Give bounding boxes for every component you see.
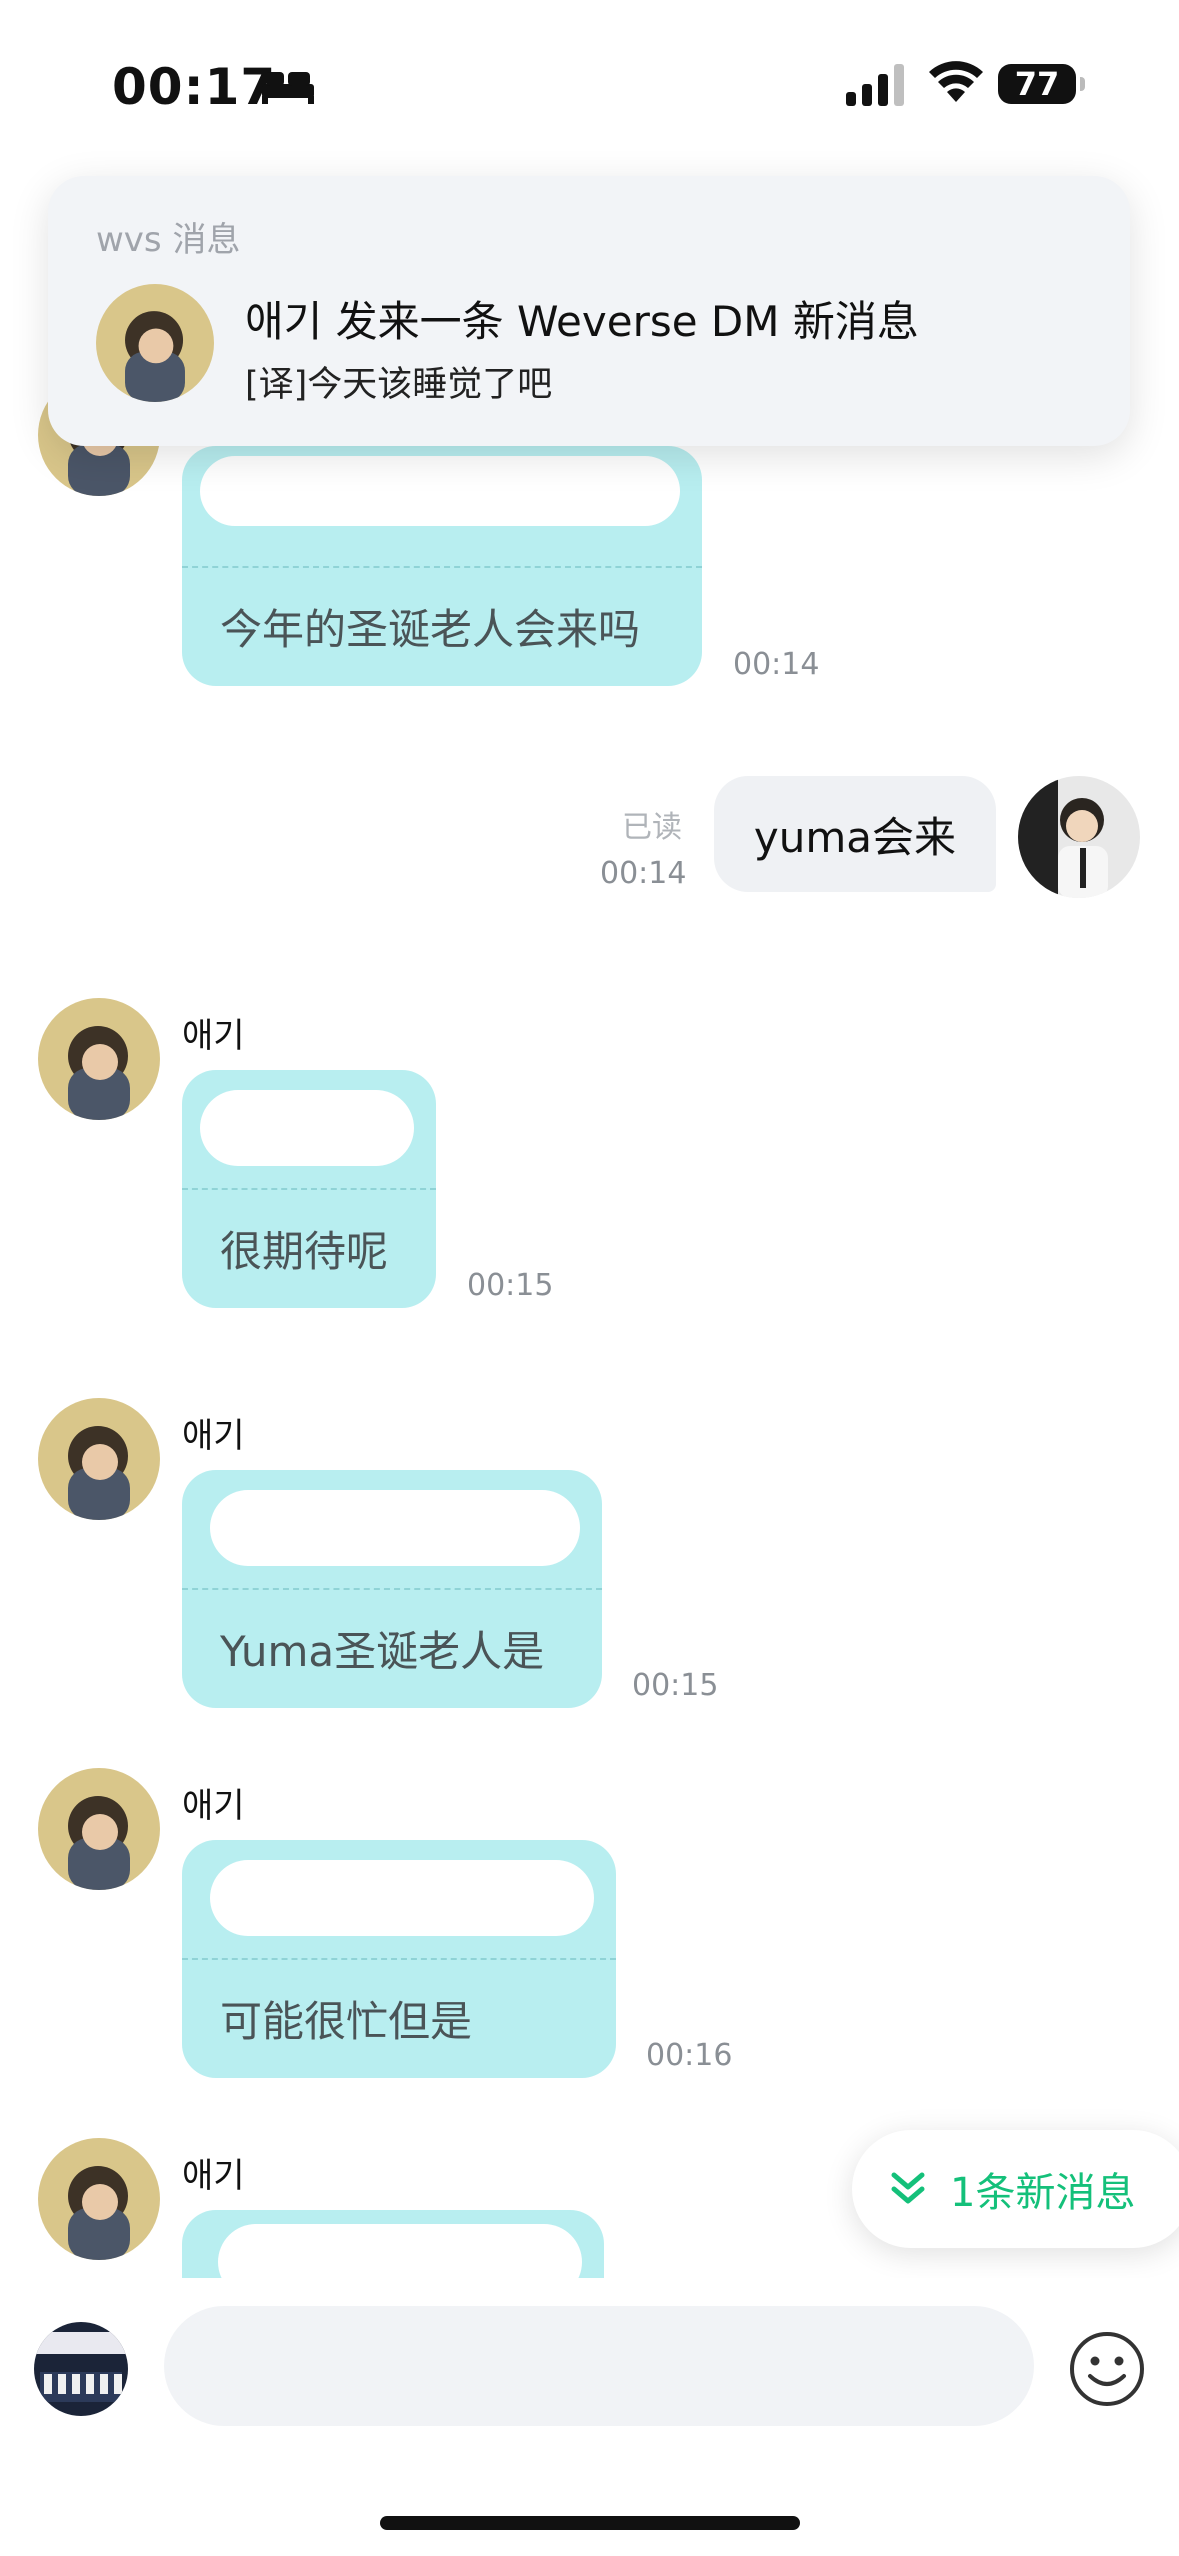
new-messages-label: 1条新消息 [950, 2170, 1136, 2216]
redacted-area [200, 456, 680, 526]
sender-name: 애기 [182, 1786, 245, 1826]
notification-app-name: wvs 消息 [96, 220, 241, 260]
message-time: 00:16 [646, 2038, 733, 2073]
message-time: 00:15 [632, 1668, 719, 1703]
message-text: Yuma圣诞老人是 [220, 1627, 545, 1676]
redacted-area [200, 1090, 414, 1166]
home-indicator[interactable] [380, 2516, 800, 2530]
redacted-area [210, 1860, 594, 1936]
message-bubble[interactable]: Yuma圣诞老人是 [182, 1470, 602, 1708]
wifi-icon [929, 61, 983, 102]
my-profile-avatar[interactable] [34, 2322, 128, 2416]
message-time: 00:14 [600, 856, 687, 891]
message-time: 00:14 [733, 647, 820, 682]
sender-avatar[interactable] [38, 2138, 160, 2260]
bubble-divider [182, 566, 702, 568]
notification-body: [译]今天该睡觉了吧 [245, 365, 553, 405]
message-input[interactable] [164, 2306, 1034, 2426]
message-bubble[interactable]: 可能很忙但是 [182, 1840, 616, 2078]
chevron-double-down-icon [891, 2172, 925, 2204]
notification-title: 애기 发来一条 Weverse DM 新消息 [245, 297, 919, 346]
message-text: 可能很忙但是 [220, 1997, 473, 2046]
status-time: 00:17 [112, 58, 277, 116]
battery-tip [1080, 77, 1085, 91]
signal-icon [846, 64, 904, 106]
sender-name: 애기 [182, 1016, 245, 1056]
bubble-divider [182, 1958, 616, 1960]
message-text: 今年的圣诞老人会来吗 [220, 605, 641, 654]
notification-banner[interactable]: wvs 消息 애기 发来一条 Weverse DM 新消息 [译]今天该睡觉了吧 [48, 176, 1130, 446]
message-bubble[interactable]: 很期待呢 [182, 1070, 436, 1308]
battery-icon: 77 [998, 64, 1076, 104]
sender-avatar[interactable] [38, 998, 160, 1120]
notification-avatar [96, 284, 214, 402]
message-bubble[interactable]: 今年的圣诞老人会来吗 [182, 446, 702, 686]
bubble-divider [182, 1188, 436, 1190]
redacted-area [210, 1490, 580, 1566]
my-message-bubble[interactable]: yuma会来 [714, 776, 996, 892]
sender-name: 애기 [182, 1416, 245, 1456]
bubble-divider [182, 1588, 602, 1590]
sender-avatar[interactable] [38, 1768, 160, 1890]
new-messages-button[interactable]: 1条新消息 [852, 2130, 1179, 2248]
sender-name: 애기 [182, 2156, 245, 2196]
read-status: 已读 [622, 810, 682, 845]
emoji-icon[interactable] [1068, 2330, 1146, 2408]
bed-icon [262, 72, 314, 104]
my-avatar[interactable] [1018, 776, 1140, 898]
message-text: 很期待呢 [220, 1227, 389, 1276]
sender-avatar[interactable] [38, 1398, 160, 1520]
message-time: 00:15 [467, 1268, 554, 1303]
